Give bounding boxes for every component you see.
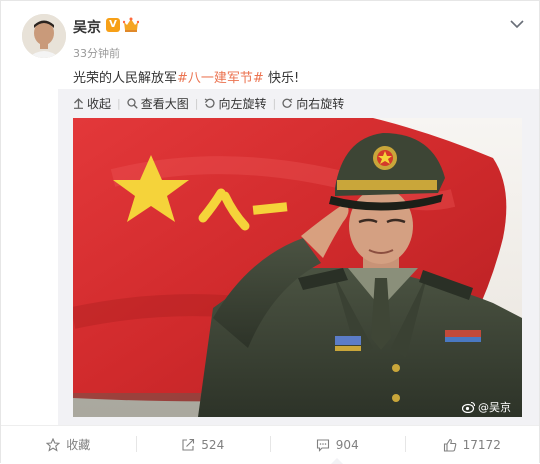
post-timestamp[interactable]: 33分钟前 bbox=[73, 45, 120, 61]
like-count: 17172 bbox=[462, 437, 501, 452]
author-name[interactable]: 吴京 bbox=[73, 17, 101, 37]
collapse-button[interactable]: 收起 bbox=[73, 95, 111, 112]
comment-count: 904 bbox=[335, 437, 359, 452]
rotate-left-icon bbox=[205, 98, 216, 108]
post-image[interactable] bbox=[73, 118, 522, 417]
verified-icon: V bbox=[106, 18, 120, 32]
star-icon bbox=[46, 437, 61, 452]
toolbar-divider: | bbox=[117, 96, 121, 110]
repost-icon bbox=[182, 438, 195, 451]
comment-icon bbox=[316, 438, 329, 452]
author-avatar[interactable] bbox=[22, 14, 66, 58]
weibo-logo-icon bbox=[462, 401, 476, 413]
search-icon bbox=[127, 97, 138, 109]
like-button[interactable]: 17172 bbox=[404, 426, 540, 463]
comment-button[interactable]: 904 bbox=[270, 426, 405, 464]
watermark-text: @吴京 bbox=[478, 401, 511, 414]
post-text-tail: 快乐! bbox=[263, 71, 300, 86]
action-bar: 收藏 524 904 17172 bbox=[1, 425, 540, 464]
rotate-left-button[interactable]: 向左旋转 bbox=[204, 95, 266, 112]
toolbar-divider: | bbox=[194, 96, 199, 110]
repost-button[interactable]: 524 bbox=[135, 426, 271, 463]
view-large-button[interactable]: 查看大图 bbox=[127, 95, 189, 112]
favorite-label: 收藏 bbox=[66, 438, 91, 452]
favorite-button[interactable]: 收藏 bbox=[1, 426, 136, 463]
rotate-right-label: 向右旋转 bbox=[296, 96, 345, 111]
media-toolbar: 收起 | 查看大图 | 向左旋转 | 向右旋转 bbox=[73, 95, 344, 111]
rotate-right-icon bbox=[282, 98, 293, 108]
weibo-post-card: 吴京 V 33分钟前 光荣的人民解放军#八一建军节# 快乐! 收起 | 查看大图… bbox=[0, 0, 540, 464]
collapse-label: 收起 bbox=[87, 96, 112, 111]
post-text: 光荣的人民解放军#八一建军节# 快乐! bbox=[73, 67, 299, 86]
collapse-icon bbox=[74, 97, 83, 109]
vip-crown-icon[interactable] bbox=[122, 16, 140, 33]
image-watermark: @吴京 bbox=[462, 399, 511, 415]
thumbs-up-icon bbox=[443, 438, 456, 452]
rotate-left-label: 向左旋转 bbox=[218, 96, 267, 111]
post-text-body: 光荣的人民解放军 bbox=[73, 71, 178, 86]
rotate-right-button[interactable]: 向右旋转 bbox=[282, 95, 344, 112]
chevron-down-icon[interactable] bbox=[509, 15, 525, 29]
repost-count: 524 bbox=[201, 437, 225, 452]
toolbar-divider: | bbox=[272, 96, 277, 110]
view-large-label: 查看大图 bbox=[140, 96, 189, 111]
hashtag-link[interactable]: #八一建军节# bbox=[177, 71, 264, 86]
